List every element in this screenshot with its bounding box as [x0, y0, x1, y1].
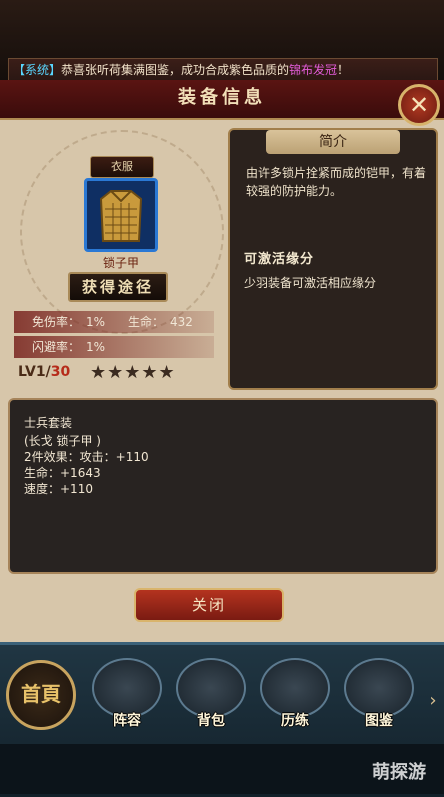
item-icon-frame[interactable] [84, 178, 158, 252]
nav-item-lineup[interactable]: 阵容 [86, 652, 168, 742]
system-message: 【系统】恭喜张听荷集满图鉴，成功合成紫色品质的锦布发冠！ [8, 58, 438, 82]
close-x-icon[interactable]: ✕ [398, 84, 440, 126]
item-name: 锁子甲 [102, 256, 139, 270]
system-message-item: 锦布发冠 [289, 63, 338, 77]
fate-title: 可激活缘分 [244, 252, 315, 267]
system-tag: 【系统】 [13, 63, 62, 77]
nav-label-backpack: 背包 [197, 713, 225, 729]
slot-label: 衣服 [90, 156, 154, 178]
stat-value-hp: 432 [170, 315, 193, 329]
system-message-suffix: ！ [337, 63, 350, 77]
watermark: 萌探游 [372, 762, 426, 783]
stat-label-damage-reduction: 免伤率： [32, 315, 81, 329]
stat-label-hp: 生命： [128, 315, 165, 329]
source-button[interactable]: 获得途径 [68, 272, 168, 302]
stat-value-damage-reduction: 1% [86, 315, 106, 329]
nav-item-collection[interactable]: 图鉴 [338, 652, 420, 742]
intro-heading: 简介 [266, 130, 400, 154]
set-hp: 生命：+1643 [24, 466, 101, 480]
set-items: (长戈 锁子甲 ) [24, 434, 101, 448]
intro-description: 由许多锁片拴紧而成的铠甲，有着较强的防护能力。 [246, 166, 427, 198]
armor-icon [99, 190, 143, 242]
nav-more-arrow-icon[interactable]: › [424, 690, 442, 714]
panel-title: 装备信息 [178, 87, 266, 108]
stat-value-dodge: 1% [86, 340, 106, 354]
stat-row-1: 免伤率： 1% 生命： 432 [14, 311, 214, 333]
nav-label-collection: 图鉴 [365, 713, 393, 729]
home-icon: 首頁 [6, 660, 76, 730]
close-button[interactable]: 关闭 [134, 588, 284, 622]
stat-row-2: 闪避率： 1% [14, 336, 214, 358]
backpack-icon [176, 658, 246, 718]
home-button[interactable]: 首頁 [0, 652, 82, 742]
scroll-icon [344, 658, 414, 718]
nav-label-training: 历练 [281, 713, 309, 729]
nav-item-backpack[interactable]: 背包 [170, 652, 252, 742]
set-effect: 2件效果：攻击：+110 [24, 450, 149, 464]
set-speed: 速度：+110 [24, 482, 93, 496]
level-current: LV1 [18, 364, 46, 380]
nav-label-lineup: 阵容 [113, 713, 141, 729]
level-display: LV1/30 [18, 364, 70, 380]
level-max: 30 [50, 364, 71, 380]
lineup-icon [92, 658, 162, 718]
fate-description: 少羽装备可激活相应缘分 [244, 276, 377, 290]
system-message-text: 恭喜张听荷集满图鉴，成功合成紫色品质的 [61, 63, 290, 77]
star-rating: ★★★★★ [90, 362, 176, 383]
set-name: 士兵套装 [24, 416, 73, 430]
stat-label-dodge: 闪避率： [32, 340, 81, 354]
nav-item-training[interactable]: 历练 [254, 652, 336, 742]
swords-icon [260, 658, 330, 718]
